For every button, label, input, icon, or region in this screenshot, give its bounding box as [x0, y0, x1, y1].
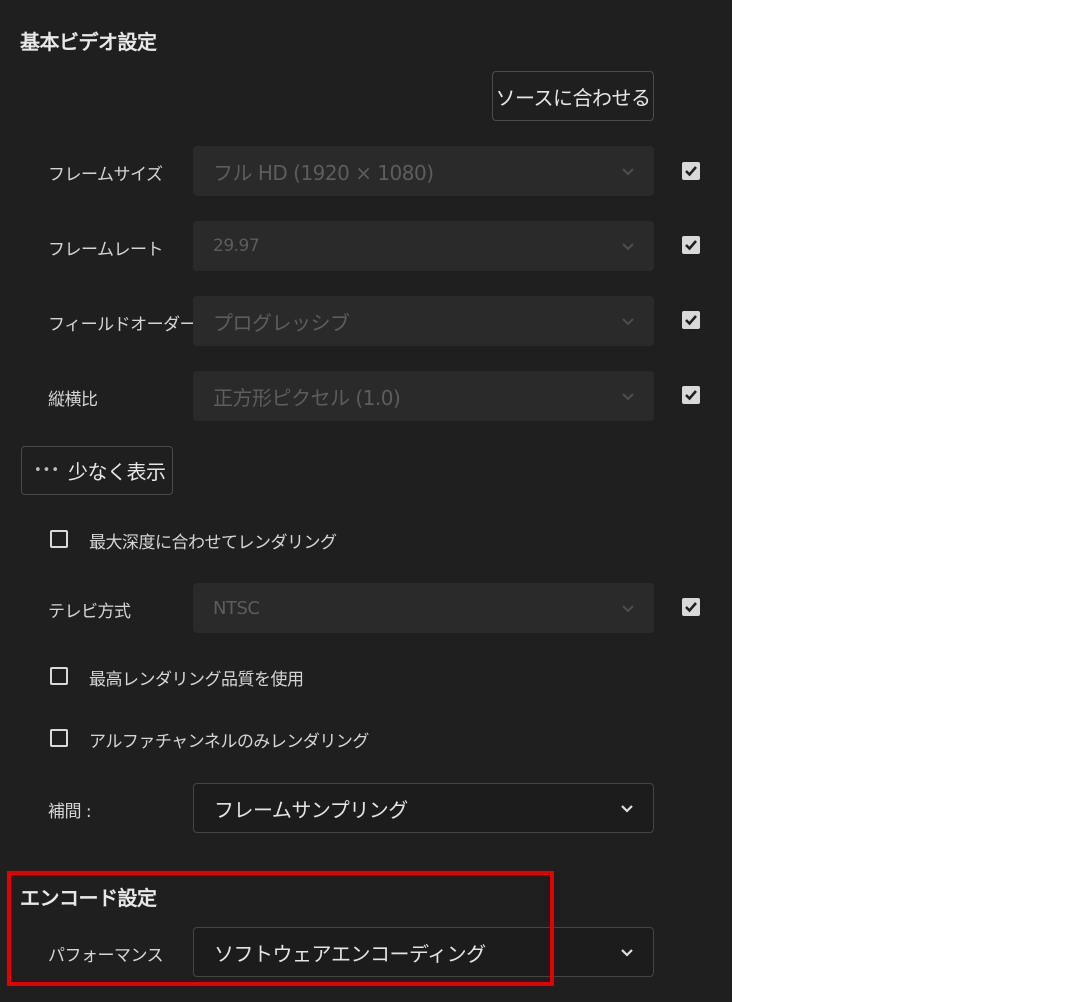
interpolation-value: フレームサンプリング: [214, 797, 408, 822]
alpha-only-label: アルファチャンネルのみレンダリング: [89, 732, 369, 752]
chevron-down-icon: [602, 167, 654, 176]
highlight-box: [7, 871, 554, 986]
tv-standard-value: NTSC: [213, 597, 260, 619]
chevron-down-icon: [601, 948, 653, 957]
chevron-down-icon: [601, 804, 653, 813]
match-source-button[interactable]: ソースに合わせる: [492, 71, 654, 121]
field-order-value: プログレッシブ: [213, 310, 350, 335]
checkmark-icon: [685, 602, 697, 613]
show-less-button[interactable]: ••• 少なく表示: [21, 446, 173, 495]
more-dots-icon: •••: [34, 463, 61, 478]
export-settings-panel: 基本ビデオ設定 ソースに合わせる フレームサイズ フル HD (1920 × 1…: [0, 0, 732, 1002]
frame-rate-label: フレームレート: [48, 240, 164, 260]
tv-standard-label: テレビ方式: [48, 602, 131, 622]
aspect-label: 縦横比: [48, 390, 98, 410]
field-order-checkbox[interactable]: [682, 311, 700, 329]
frame-rate-value: 29.97: [213, 236, 260, 256]
aspect-select[interactable]: 正方形ピクセル (1.0): [193, 371, 654, 421]
chevron-down-icon: [602, 604, 654, 613]
frame-size-label: フレームサイズ: [48, 165, 163, 185]
max-quality-checkbox[interactable]: [50, 667, 68, 685]
max-quality-label: 最高レンダリング品質を使用: [89, 670, 304, 690]
max-depth-checkbox[interactable]: [50, 530, 68, 548]
checkmark-icon: [685, 390, 697, 401]
frame-rate-checkbox[interactable]: [682, 236, 700, 254]
field-order-label: フィールドオーダー: [48, 315, 197, 335]
frame-size-checkbox[interactable]: [682, 162, 700, 180]
basic-video-section-title: 基本ビデオ設定: [20, 30, 157, 54]
interpolation-label: 補間 :: [48, 802, 92, 822]
chevron-down-icon: [602, 317, 654, 326]
aspect-value: 正方形ピクセル (1.0): [213, 385, 401, 410]
aspect-checkbox[interactable]: [682, 386, 700, 404]
checkmark-icon: [685, 315, 697, 326]
field-order-select[interactable]: プログレッシブ: [193, 296, 654, 346]
checkmark-icon: [685, 166, 697, 177]
max-depth-label: 最大深度に合わせてレンダリング: [89, 533, 337, 553]
chevron-down-icon: [602, 392, 654, 401]
tv-standard-select[interactable]: NTSC: [193, 583, 654, 633]
frame-size-select[interactable]: フル HD (1920 × 1080): [193, 146, 654, 196]
alpha-only-checkbox[interactable]: [50, 729, 68, 747]
show-less-label: 少なく表示: [68, 460, 166, 484]
tv-standard-checkbox[interactable]: [682, 598, 700, 616]
chevron-down-icon: [602, 242, 654, 251]
frame-size-value: フル HD (1920 × 1080): [213, 160, 434, 185]
interpolation-select[interactable]: フレームサンプリング: [193, 783, 654, 833]
frame-rate-select[interactable]: 29.97: [193, 221, 654, 271]
checkmark-icon: [685, 240, 697, 251]
